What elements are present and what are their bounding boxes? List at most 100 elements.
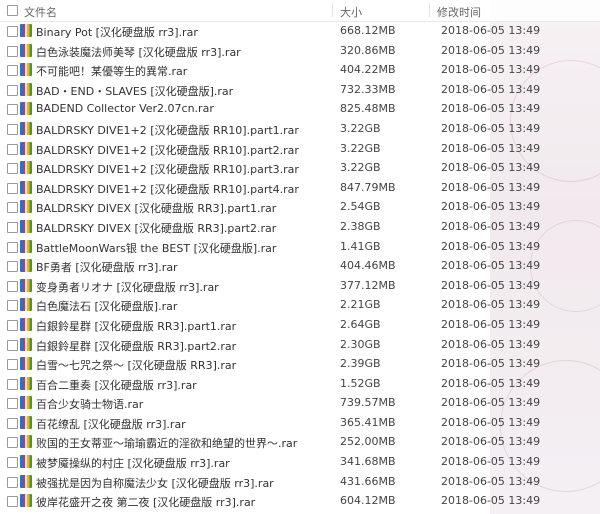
file-name[interactable]: 被强扰是因为自称魔法少女 [汉化硬盘版 rr3].rar xyxy=(36,475,274,491)
row-checkbox[interactable] xyxy=(7,280,18,292)
file-row[interactable]: 变身勇者リオナ [汉化硬盘版 rr3].rar 377.12MB 2018-06-0… xyxy=(0,276,600,296)
file-name[interactable]: 白色泳装魔法师美琴 [汉化硬盘版 rr3].rar xyxy=(36,44,241,60)
file-size: 3.22GB xyxy=(340,161,381,175)
row-checkbox[interactable] xyxy=(7,339,18,351)
file-name[interactable]: 白銀鈴星群 [汉化硬盘版 RR3].part1.rar xyxy=(36,318,236,334)
file-row[interactable]: BALDRSKY DIVEX [汉化硬盘版 RR3].part1.rar 2.54… xyxy=(0,197,600,217)
file-row[interactable]: 百合少女骑士物语.rar 739.57MB 2018-06-05 13:49 xyxy=(0,393,600,413)
file-row[interactable]: 白色泳装魔法师美琴 [汉化硬盘版 rr3].rar 320.86MB 2018-06… xyxy=(0,41,600,61)
file-row[interactable]: 百合二重奏 [汉化硬盘版 rr3].rar 1.52GB 2018-06-05 13… xyxy=(0,374,600,394)
file-row[interactable]: BAD・END・SLAVES [汉化硬盘版].rar 732.33MB 2018-0… xyxy=(0,80,600,100)
row-checkbox[interactable] xyxy=(7,437,18,449)
file-row[interactable]: 被梦魇操纵的村庄 [汉化硬盘版 rr3].rar 341.68MB 2018-06-… xyxy=(0,452,600,472)
file-row[interactable]: 败国的王女蒂亚～瑜瑜霸近的淫欲和绝望的世界～.rar 252.00MB 2018-0… xyxy=(0,432,600,452)
select-all-checkbox[interactable] xyxy=(7,5,18,16)
file-name[interactable]: 百合二重奏 [汉化硬盘版 rr3].rar xyxy=(36,377,197,393)
rar-archive-icon xyxy=(20,494,32,508)
rar-archive-icon xyxy=(20,219,32,233)
column-header-size[interactable]: 大小 xyxy=(340,4,362,20)
file-row[interactable]: 被强扰是因为自称魔法少女 [汉化硬盘版 rr3].rar 431.66MB 2018… xyxy=(0,472,600,492)
row-checkbox[interactable] xyxy=(7,378,18,390)
file-row[interactable]: 白銀鈴星群 [汉化硬盘版 RR3].part1.rar 2.64GB 2018-06… xyxy=(0,315,600,335)
file-modified-date: 2018-06-05 13:49 xyxy=(441,298,541,312)
rar-archive-icon xyxy=(20,24,32,37)
file-name[interactable]: 不可能吧！某優等生的異常.rar xyxy=(36,63,187,79)
row-checkbox[interactable] xyxy=(7,319,18,331)
row-checkbox[interactable] xyxy=(7,221,18,233)
row-checkbox[interactable] xyxy=(7,476,18,488)
file-row[interactable]: BALDRSKY DIVE1+2 [汉化硬盘版 RR10].part4.rar 8… xyxy=(0,178,600,198)
file-name[interactable]: BALDRSKY DIVEX [汉化硬盘版 RR3].part1.rar xyxy=(36,200,276,216)
file-row[interactable]: BattleMoonWars银 the BEST [汉化硬盘版].rar 1.41… xyxy=(0,237,600,257)
file-row[interactable]: BALDRSKY DIVEX [汉化硬盘版 RR3].part2.rar 2.38… xyxy=(0,217,600,237)
file-name[interactable]: 百合少女骑士物语.rar xyxy=(36,396,143,412)
file-name[interactable]: 百花缭乱 [汉化硬盘版 rr3].rar xyxy=(36,416,186,432)
file-modified-date: 2018-06-05 13:49 xyxy=(441,396,541,410)
row-checkbox[interactable] xyxy=(7,84,18,96)
row-checkbox[interactable] xyxy=(7,261,18,273)
row-checkbox[interactable] xyxy=(7,65,18,77)
rar-archive-icon xyxy=(20,435,32,449)
file-name[interactable]: 败国的王女蒂亚～瑜瑜霸近的淫欲和绝望的世界～.rar xyxy=(36,435,297,451)
row-checkbox[interactable] xyxy=(7,359,18,371)
file-modified-date: 2018-06-05 13:49 xyxy=(441,24,541,37)
file-row[interactable]: BADEND Collector Ver2.07cn.rar 825.48MB 20… xyxy=(0,99,600,119)
file-name[interactable]: BADEND Collector Ver2.07cn.rar xyxy=(36,102,214,115)
file-row[interactable]: Binary Pot [汉化硬盘版 rr3].rar 668.12MB 2018-0… xyxy=(0,21,600,41)
row-checkbox[interactable] xyxy=(7,300,18,312)
row-checkbox[interactable] xyxy=(7,182,18,194)
file-name[interactable]: 被梦魇操纵的村庄 [汉化硬盘版 rr3].rar xyxy=(36,455,230,471)
row-checkbox[interactable] xyxy=(7,417,18,429)
file-name[interactable]: BAD・END・SLAVES [汉化硬盘版].rar xyxy=(36,83,233,99)
file-size: 431.66MB xyxy=(340,474,396,488)
file-name[interactable]: 白雪～七咒之祭～ [汉化硬盘版 RR3].rar xyxy=(36,357,236,373)
row-checkbox[interactable] xyxy=(7,202,18,214)
file-row[interactable]: 百花缭乱 [汉化硬盘版 rr3].rar 365.41MB 2018-06-05 1… xyxy=(0,413,600,433)
file-name[interactable]: BALDRSKY DIVE1+2 [汉化硬盘版 RR10].part1.rar xyxy=(36,122,299,138)
file-name[interactable]: 白銀鈴星群 [汉化硬盘版 RR3].part2.rar xyxy=(36,338,236,354)
file-name[interactable]: 彼岸花盛开之夜 第二夜 [汉化硬盘版 rr3].rar xyxy=(36,494,255,510)
row-checkbox[interactable] xyxy=(7,398,18,410)
column-divider[interactable] xyxy=(332,3,333,17)
file-size: 739.57MB xyxy=(340,396,396,410)
row-checkbox[interactable] xyxy=(7,143,18,155)
file-name[interactable]: BALDRSKY DIVE1+2 [汉化硬盘版 RR10].part2.rar xyxy=(36,142,299,158)
file-name[interactable]: BALDRSKY DIVE1+2 [汉化硬盘版 RR10].part4.rar xyxy=(36,181,299,197)
rar-archive-icon xyxy=(20,278,32,292)
file-name[interactable]: BALDRSKY DIVEX [汉化硬盘版 RR3].part2.rar xyxy=(36,220,276,236)
file-size: 377.12MB xyxy=(340,278,396,292)
file-row[interactable]: 白銀鈴星群 [汉化硬盘版 RR3].part2.rar 2.30GB 2018-06… xyxy=(0,335,600,355)
file-row[interactable]: BALDRSKY DIVE1+2 [汉化硬盘版 RR10].part2.rar 3… xyxy=(0,139,600,159)
file-modified-date: 2018-06-05 13:49 xyxy=(441,141,541,155)
row-checkbox[interactable] xyxy=(7,241,18,253)
row-checkbox[interactable] xyxy=(7,123,18,135)
file-name[interactable]: 变身勇者リオナ [汉化硬盘版 rr3].rar xyxy=(36,279,219,295)
file-row[interactable]: 白雪～七咒之祭～ [汉化硬盘版 RR3].rar 2.39GB 2018-06-05… xyxy=(0,354,600,374)
rar-archive-icon xyxy=(20,259,32,273)
file-name[interactable]: 白色魔法石 [汉化硬盘版].rar xyxy=(36,298,177,314)
column-header-date[interactable]: 修改时间 xyxy=(437,4,481,20)
file-row[interactable]: 不可能吧！某優等生的異常.rar 404.22MB 2018-06-05 13:49 xyxy=(0,60,600,80)
rar-archive-icon xyxy=(20,43,32,57)
file-name[interactable]: Binary Pot [汉化硬盘版 rr3].rar xyxy=(36,24,198,40)
file-row[interactable]: BALDRSKY DIVE1+2 [汉化硬盘版 RR10].part1.rar 3… xyxy=(0,119,600,139)
row-checkbox[interactable] xyxy=(7,104,18,116)
file-row[interactable]: BALDRSKY DIVE1+2 [汉化硬盘版 RR10].part3.rar 3… xyxy=(0,158,600,178)
file-row[interactable]: BF勇者 [汉化硬盘版 rr3].rar 404.46MB 2018-06-05 1… xyxy=(0,256,600,276)
row-checkbox[interactable] xyxy=(7,163,18,175)
row-checkbox[interactable] xyxy=(7,45,18,57)
file-row[interactable]: 白色魔法石 [汉化硬盘版].rar 2.21GB 2018-06-05 13:49 xyxy=(0,295,600,315)
file-name[interactable]: BF勇者 [汉化硬盘版 rr3].rar xyxy=(36,259,178,275)
column-divider[interactable] xyxy=(429,3,430,17)
rar-archive-icon xyxy=(20,102,32,116)
rar-archive-icon xyxy=(20,239,32,253)
row-checkbox[interactable] xyxy=(7,457,18,469)
row-checkbox[interactable] xyxy=(7,496,18,508)
file-size: 3.22GB xyxy=(340,141,381,155)
row-checkbox[interactable] xyxy=(7,26,18,37)
column-header-name[interactable]: 文件名 xyxy=(24,4,57,20)
file-row[interactable]: 彼岸花盛开之夜 第二夜 [汉化硬盘版 rr3].rar 604.12MB 2018-… xyxy=(0,491,600,511)
file-name[interactable]: BattleMoonWars银 the BEST [汉化硬盘版].rar xyxy=(36,240,276,256)
file-size: 404.22MB xyxy=(340,63,396,77)
file-name[interactable]: BALDRSKY DIVE1+2 [汉化硬盘版 RR10].part3.rar xyxy=(36,161,299,177)
